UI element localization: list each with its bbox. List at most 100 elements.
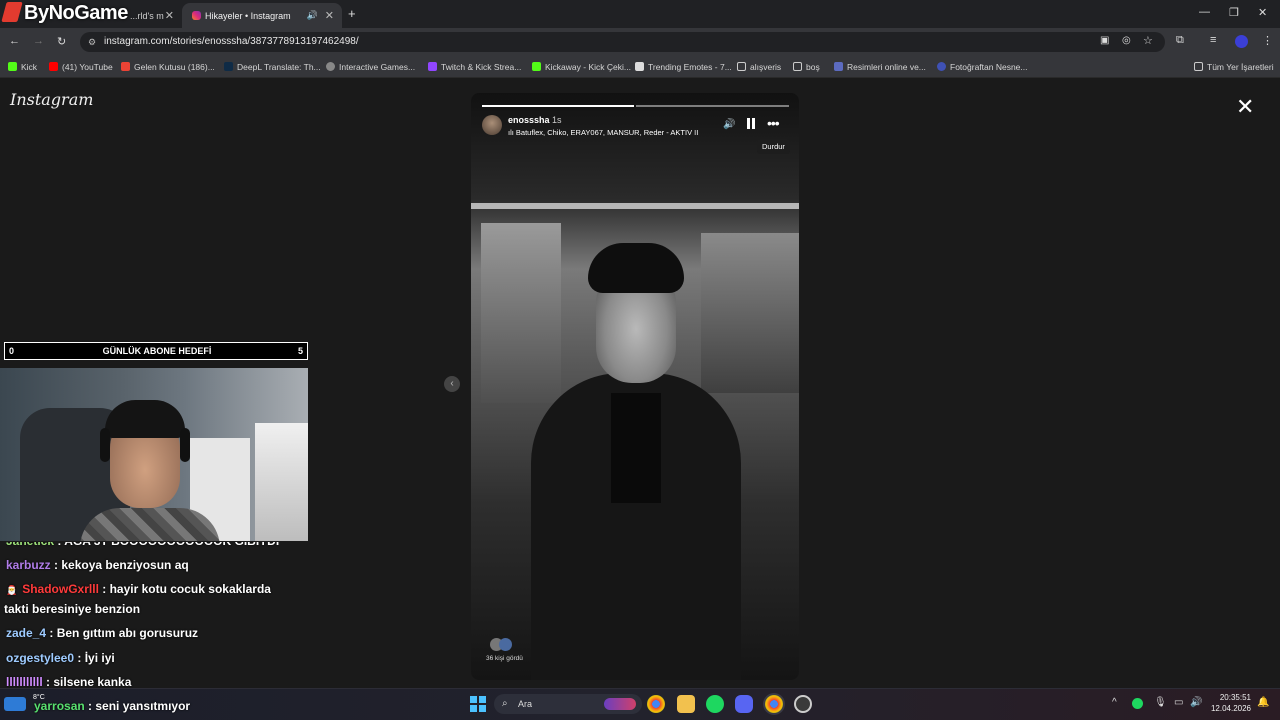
chat-message: ozgestylee0 : İyi iyi xyxy=(6,651,115,665)
chrome-icon[interactable] xyxy=(647,695,665,713)
system-clock[interactable]: 20:35:51 12.04.2026 xyxy=(1205,692,1251,714)
viewer-avatars[interactable] xyxy=(490,638,520,651)
extensions-icon[interactable]: ⧉ xyxy=(1176,34,1184,47)
story-username[interactable]: enosssha xyxy=(508,115,550,125)
chat-text: : Ben gıttım abı gorusuruz xyxy=(46,626,199,640)
chat-username: lllllllllll xyxy=(6,675,43,689)
menu-icon[interactable]: ⋮ xyxy=(1262,34,1273,47)
back-icon[interactable]: ← xyxy=(9,35,20,47)
bookmark-gmail[interactable]: Gelen Kutusu (186)... xyxy=(121,56,215,78)
7tv-icon xyxy=(635,62,644,71)
story-music-label[interactable]: ılı Batuflex, Chiko, ERAY067, MANSUR, Re… xyxy=(508,128,698,137)
bookmark-label: Kickaway - Kick Çeki... xyxy=(545,62,631,72)
chat-message: lllllllllll : silsene kanka xyxy=(6,675,131,689)
speaker-icon[interactable]: 🔊 xyxy=(307,10,318,21)
youtube-icon xyxy=(49,62,58,71)
cast-icon[interactable]: ▣ xyxy=(1100,35,1109,46)
gmail-icon xyxy=(121,62,130,71)
reading-list-icon[interactable]: ≡ xyxy=(1210,34,1216,46)
chat-username: ozgestylee0 xyxy=(6,651,75,665)
bookmark-folder-alisveris[interactable]: alışveris xyxy=(737,56,781,78)
bookmark-kickaway[interactable]: Kickaway - Kick Çeki... xyxy=(532,56,631,78)
bookmark-deepl[interactable]: DeepL Translate: Th... xyxy=(224,56,321,78)
weather-icon[interactable] xyxy=(4,697,26,711)
volume-icon[interactable]: 🔊 xyxy=(723,119,735,130)
bookmark-label: Trending Emotes - 7... xyxy=(648,62,732,72)
bookmark-kick[interactable]: Kick xyxy=(8,56,37,78)
url-text: instagram.com/stories/enosssha/387377891… xyxy=(104,36,359,47)
goal-title: GÜNLÜK ABONE HEDEFİ xyxy=(102,346,212,356)
person-hair xyxy=(588,243,684,293)
clock-date: 12.04.2026 xyxy=(1210,704,1251,713)
music-bars-icon: ılı xyxy=(508,128,516,137)
bookmark-fotograftan[interactable]: Fotoğraftan Nesne... xyxy=(937,56,1028,78)
network-icon[interactable]: ▭ xyxy=(1174,697,1183,708)
volume-tray-icon[interactable]: 🔊 xyxy=(1190,697,1202,708)
chat-text: : silsene kanka xyxy=(42,675,132,689)
deepl-icon xyxy=(224,62,233,71)
subscriber-goal-bar: 0 GÜNLÜK ABONE HEDEFİ 5 xyxy=(4,342,308,360)
all-bookmarks-folder[interactable]: Tüm Yer İşaretleri xyxy=(1194,56,1274,78)
bookmark-youtube[interactable]: (41) YouTube xyxy=(49,56,113,78)
instagram-icon xyxy=(192,11,201,20)
previous-story-icon[interactable]: ‹ xyxy=(444,376,460,392)
microphone-icon[interactable]: 🎙 xyxy=(1154,697,1167,708)
story-timestamp: 1s xyxy=(552,115,562,125)
rp-icon xyxy=(834,62,843,71)
tray-overflow-icon[interactable]: ^ xyxy=(1112,697,1117,708)
star-icon[interactable]: ☆ xyxy=(1143,34,1153,47)
notification-bell-icon[interactable]: 🔔 xyxy=(1257,697,1269,708)
bookmarks-bar: Kick (41) YouTube Gelen Kutusu (186)... … xyxy=(0,56,1280,78)
tab-instagram[interactable]: Hikayeler • Instagram 🔊 ✕ xyxy=(182,3,342,28)
eye-off-icon[interactable]: ◎ xyxy=(1122,35,1131,46)
chrome-active-icon[interactable] xyxy=(765,695,783,713)
bookmark-twitch-kick[interactable]: Twitch & Kick Strea... xyxy=(428,56,521,78)
close-icon[interactable]: ✕ xyxy=(165,9,174,22)
bookmark-interactive-games[interactable]: Interactive Games... xyxy=(326,56,415,78)
search-highlight-image xyxy=(604,698,636,710)
profile-avatar[interactable] xyxy=(1235,35,1248,48)
story-avatar[interactable] xyxy=(482,115,502,135)
tab-label: ...rld's m xyxy=(130,10,164,21)
forward-icon[interactable]: → xyxy=(33,35,44,47)
pause-tooltip: Durdur xyxy=(757,139,790,154)
more-options-icon[interactable]: ••• xyxy=(767,115,780,131)
kickaway-icon xyxy=(532,62,541,71)
chat-username: ShadowGxrlll xyxy=(22,582,99,596)
close-icon[interactable]: ✕ xyxy=(325,9,334,22)
bookmark-folder-bos[interactable]: boş xyxy=(793,56,820,78)
folder-icon xyxy=(1194,62,1203,71)
restore-icon[interactable]: ❐ xyxy=(1229,6,1239,19)
story-viewer[interactable]: enosssha 1s ılı Batuflex, Chiko, ERAY067… xyxy=(471,93,799,680)
chat-message: 🎅 ShadowGxrlll : hayir kotu cocuk sokakla… xyxy=(6,582,271,596)
bookmark-label: alışveris xyxy=(750,62,782,72)
discord-icon[interactable] xyxy=(735,695,753,713)
close-window-icon[interactable]: ✕ xyxy=(1258,6,1267,19)
file-explorer-icon[interactable] xyxy=(677,695,695,713)
bookmark-label: Interactive Games... xyxy=(339,62,416,72)
spotify-tray-icon[interactable] xyxy=(1132,698,1143,709)
obs-icon[interactable] xyxy=(794,695,812,713)
address-bar[interactable]: ⚙ instagram.com/stories/enosssha/3873778… xyxy=(80,32,1165,52)
start-tile xyxy=(470,696,477,703)
new-tab-button[interactable]: + xyxy=(348,6,356,21)
instagram-logo[interactable]: Instagram xyxy=(10,90,93,109)
site-info-icon[interactable]: ⚙ xyxy=(88,32,96,52)
chat-text: : kekoya benziyosun aq xyxy=(50,558,189,572)
taskbar-search[interactable]: ⌕ Ara xyxy=(494,694,642,714)
bookmark-label: (41) YouTube xyxy=(62,62,113,72)
bookmark-resimleri[interactable]: Resimleri online ve... xyxy=(834,56,926,78)
close-story-icon[interactable]: ✕ xyxy=(1236,94,1254,120)
viewer-count[interactable]: 36 kişi gördü xyxy=(486,655,523,662)
bookmark-trending-emotes[interactable]: Trending Emotes - 7... xyxy=(635,56,732,78)
spotify-icon[interactable] xyxy=(706,695,724,713)
chat-message: yarrosan : seni yansıtmıyor xyxy=(34,699,190,713)
windows-start-icon[interactable] xyxy=(470,696,486,712)
pause-icon[interactable] xyxy=(747,118,756,129)
twitch-icon xyxy=(428,62,437,71)
p-icon xyxy=(937,62,946,71)
tab-previous[interactable]: ...rld's m ✕ xyxy=(120,3,182,28)
reload-icon[interactable]: ↻ xyxy=(57,35,66,48)
minimize-icon[interactable]: — xyxy=(1199,6,1210,18)
music-text: Batuflex, Chiko, ERAY067, MANSUR, Reder … xyxy=(515,128,699,137)
